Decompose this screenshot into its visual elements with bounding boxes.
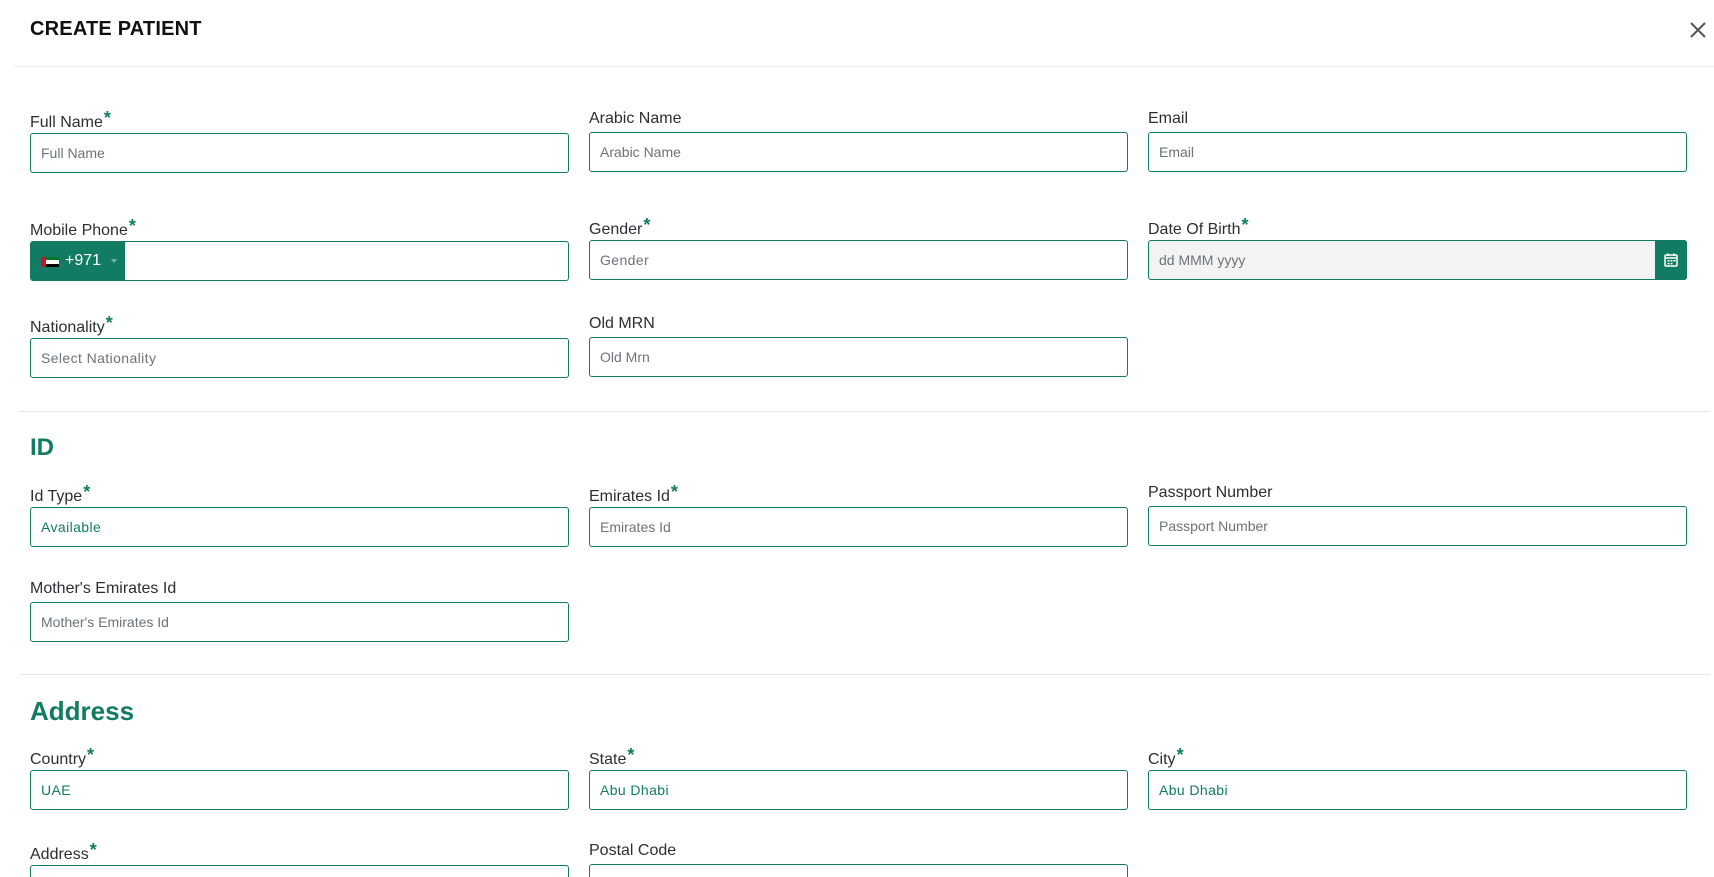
close-icon[interactable] <box>1686 18 1710 42</box>
nationality-label: Nationality <box>30 319 105 336</box>
section-divider <box>20 411 1710 412</box>
state-select[interactable]: Abu Dhabi <box>589 770 1128 810</box>
full-name-label: Full Name <box>30 114 103 131</box>
gender-label: Gender <box>589 221 643 238</box>
required-marker: * <box>103 108 111 128</box>
city-value: Abu Dhabi <box>1159 782 1228 798</box>
emirates-id-input[interactable] <box>590 508 1127 546</box>
country-select[interactable]: UAE <box>30 770 569 810</box>
date-of-birth-input[interactable] <box>1149 241 1649 279</box>
id-type-label: Id Type <box>30 488 83 505</box>
required-marker: * <box>105 313 113 333</box>
country-value: UAE <box>41 782 71 798</box>
modal-title: CREATE PATIENT <box>30 18 202 40</box>
id-section-heading: ID <box>30 434 54 461</box>
date-of-birth-label: Date Of Birth <box>1148 221 1241 238</box>
city-select[interactable]: Abu Dhabi <box>1148 770 1687 810</box>
email-input[interactable] <box>1149 133 1686 171</box>
state-label: State <box>589 751 627 768</box>
required-marker: * <box>627 745 635 765</box>
create-patient-modal: CREATE PATIENT Full Name* Arabic Name Em… <box>0 0 1714 877</box>
uae-flag-icon <box>41 257 59 267</box>
address-label: Address <box>30 846 89 863</box>
dial-code: +971 <box>65 252 102 269</box>
gender-placeholder: Gender <box>600 252 650 268</box>
emirates-id-label: Emirates Id <box>589 488 670 505</box>
required-marker: * <box>128 216 136 236</box>
gender-select[interactable]: Gender <box>589 240 1128 280</box>
id-type-select[interactable]: Available <box>30 507 569 547</box>
mobile-phone-label: Mobile Phone <box>30 222 128 239</box>
required-marker: * <box>1176 745 1184 765</box>
mothers-emirates-id-input[interactable] <box>31 603 568 641</box>
calendar-icon[interactable] <box>1655 240 1687 280</box>
full-name-input[interactable] <box>31 134 568 172</box>
old-mrn-input[interactable] <box>590 338 1127 376</box>
postal-code-input[interactable] <box>590 865 1127 877</box>
nationality-select[interactable]: Select Nationality <box>30 338 569 378</box>
mobile-phone-input[interactable] <box>125 242 568 280</box>
required-marker: * <box>89 843 97 860</box>
section-divider <box>20 674 1710 675</box>
address-field: Address* <box>30 843 571 877</box>
state-value: Abu Dhabi <box>600 782 669 798</box>
id-type-value: Available <box>41 519 102 535</box>
city-label: City <box>1148 751 1176 768</box>
passport-number-label: Passport Number <box>1148 484 1273 501</box>
arabic-name-label: Arabic Name <box>589 110 682 127</box>
address-section-heading: Address <box>30 696 135 726</box>
nationality-placeholder: Select Nationality <box>41 350 157 366</box>
required-marker: * <box>643 215 651 235</box>
old-mrn-label: Old MRN <box>589 315 655 332</box>
email-label: Email <box>1148 110 1189 127</box>
arabic-name-input[interactable] <box>590 133 1127 171</box>
chevron-down-icon <box>111 259 117 263</box>
postal-code-label: Postal Code <box>589 842 677 859</box>
required-marker: * <box>1241 215 1249 235</box>
mothers-emirates-id-label: Mother's Emirates Id <box>30 580 177 597</box>
address-input[interactable] <box>31 866 568 877</box>
country-label: Country <box>30 751 87 768</box>
modal-header: CREATE PATIENT <box>14 0 1714 67</box>
country-code-selector[interactable]: +971 <box>31 242 125 280</box>
required-marker: * <box>87 745 95 765</box>
required-marker: * <box>83 482 91 502</box>
required-marker: * <box>670 482 678 502</box>
passport-number-input[interactable] <box>1149 507 1686 545</box>
postal-code-field: Postal Code <box>589 842 1130 877</box>
